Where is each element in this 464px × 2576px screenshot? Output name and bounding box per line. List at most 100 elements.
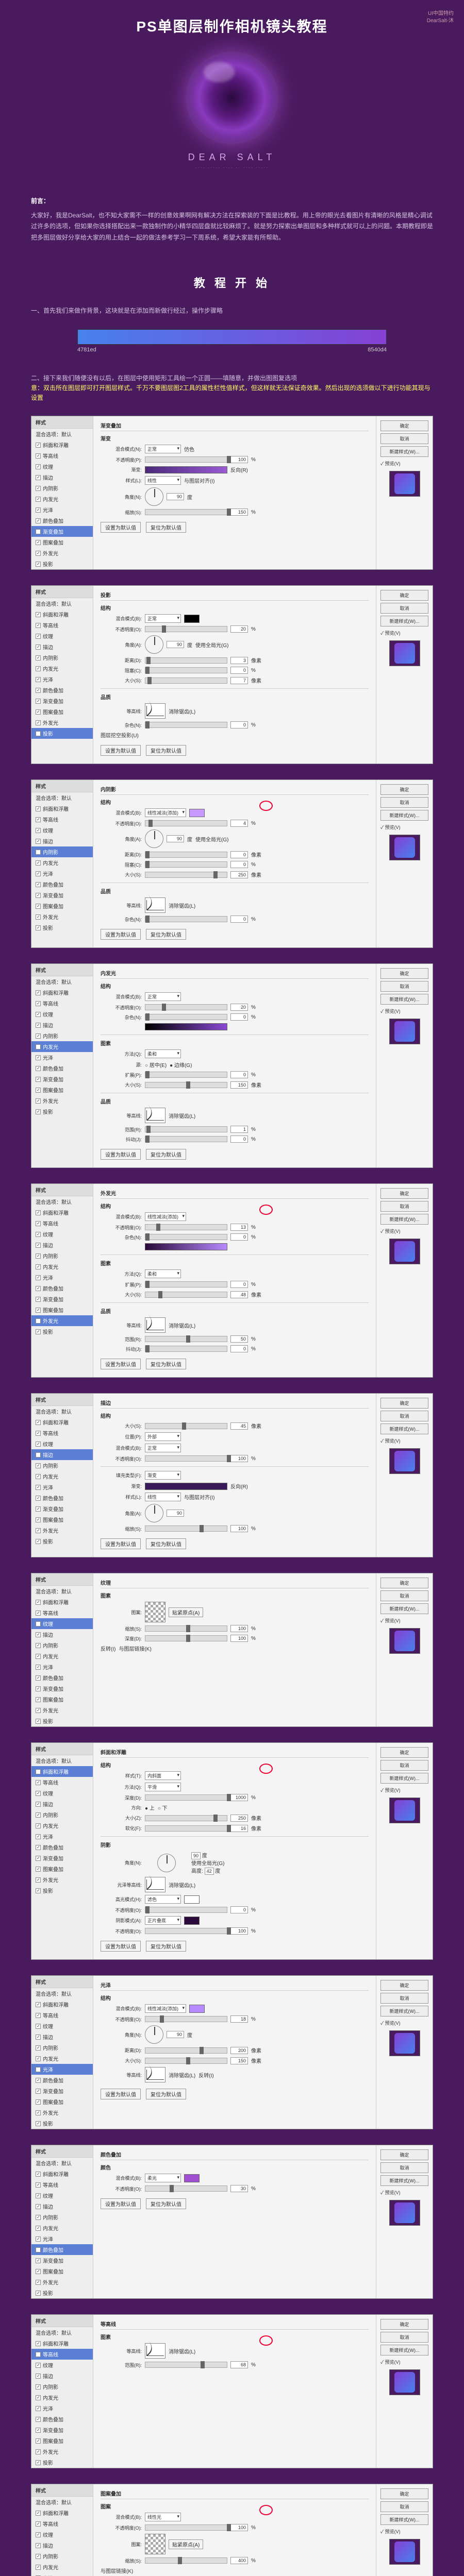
preview-check[interactable]: ✓ 预览(V) [380, 2189, 428, 2196]
value-field[interactable]: 100 [230, 456, 248, 463]
value-field[interactable]: 400 [230, 2557, 248, 2564]
checkbox[interactable]: 消除锯齿(L) [169, 902, 195, 909]
dropdown[interactable]: 柔和 [145, 1269, 181, 1278]
ls-item-outer_glow[interactable]: 外发光 [31, 2277, 93, 2287]
ls-item-color_overlay[interactable]: 颜色叠加 [31, 2414, 93, 2425]
checkbox-icon[interactable] [36, 2460, 41, 2465]
dropdown[interactable]: 正常 [145, 1444, 181, 1452]
slider[interactable] [145, 1526, 227, 1532]
slider[interactable] [145, 852, 227, 858]
checkbox-icon[interactable] [36, 1088, 41, 1093]
ls-item-bevel[interactable]: 斜面和浮雕 [31, 439, 93, 450]
ls-item-blend_opts[interactable]: 混合选项：默认 [31, 976, 93, 987]
checkbox-icon[interactable] [36, 655, 41, 660]
slider[interactable] [145, 2362, 227, 2368]
ls-item-pattern_overlay[interactable]: 图案叠加 [31, 1863, 93, 1874]
checkbox[interactable]: 消除锯齿(L) [169, 1881, 195, 1889]
checkbox-icon[interactable] [36, 1210, 41, 1215]
ls-item-outer_glow[interactable]: 外发光 [31, 2107, 93, 2118]
value-field[interactable]: 100 [230, 2524, 248, 2531]
gradient-picker[interactable] [145, 1243, 227, 1250]
checkbox-icon[interactable] [36, 1264, 41, 1269]
checkbox-icon[interactable] [36, 2565, 41, 2570]
ls-item-inner_shadow[interactable]: 内阴影 [31, 1030, 93, 1041]
ls-item-stroke[interactable]: 描边 [31, 472, 93, 483]
ls-item-contour[interactable]: 等高线 [31, 2010, 93, 2021]
checkbox-icon[interactable] [36, 1463, 41, 1468]
dropdown[interactable]: 线性 [145, 1493, 181, 1501]
ls-item-outer_glow[interactable]: 外发光 [31, 1315, 93, 1326]
ls-item-contour[interactable]: 等高线 [31, 1777, 93, 1788]
dropdown[interactable]: 外部 [145, 1432, 181, 1441]
value-field[interactable]: 1000 [230, 1794, 248, 1801]
ls-item-color_overlay[interactable]: 颜色叠加 [31, 515, 93, 526]
ls-item-bevel[interactable]: 斜面和浮雕 [31, 803, 93, 814]
checkbox-icon[interactable] [36, 893, 41, 898]
ls-item-contour[interactable]: 等高线 [31, 1428, 93, 1438]
checkbox-icon[interactable] [36, 1286, 41, 1291]
ls-item-pattern_overlay[interactable]: 图案叠加 [31, 901, 93, 911]
new-style-button[interactable]: 新建样式(W)... [380, 2514, 428, 2525]
angle-dial[interactable] [145, 487, 163, 506]
ls-item-bevel[interactable]: 斜面和浮雕 [31, 1417, 93, 1428]
value-field[interactable]: 100 [230, 1635, 248, 1642]
value-field[interactable]: 100 [230, 1455, 248, 1462]
ls-item-blend_opts[interactable]: 混合选项：默认 [31, 2158, 93, 2168]
slider[interactable] [145, 722, 227, 728]
ls-item-outer_glow[interactable]: 外发光 [31, 1095, 93, 1106]
ls-item-color_overlay[interactable]: 颜色叠加 [31, 1493, 93, 1503]
checkbox[interactable]: 仿色 [184, 445, 194, 453]
value-field[interactable]: 0 [230, 1281, 248, 1288]
ls-item-inner_shadow[interactable]: 内阴影 [31, 1640, 93, 1651]
slider[interactable] [145, 916, 227, 922]
ls-item-inner_glow[interactable]: 内发光 [31, 2223, 93, 2233]
slider[interactable] [145, 1794, 227, 1801]
ls-item-stroke[interactable]: 描边 [31, 1020, 93, 1030]
value-field[interactable]: 200 [230, 2047, 248, 2054]
ls-item-inner_shadow[interactable]: 内阴影 [31, 846, 93, 857]
contour-picker[interactable] [145, 2067, 165, 2082]
cancel-button[interactable]: 取消 [380, 2501, 428, 2512]
ls-item-grad_overlay[interactable]: 渐变叠加 [31, 1294, 93, 1304]
checkbox-icon[interactable] [36, 2363, 41, 2368]
checkbox-icon[interactable] [36, 1823, 41, 1828]
ls-item-drop_shadow[interactable]: 投影 [31, 1885, 93, 1896]
ls-item-drop_shadow[interactable]: 投影 [31, 728, 93, 739]
new-style-button[interactable]: 新建样式(W)... [380, 616, 428, 626]
ls-item-grad_overlay[interactable]: 渐变叠加 [31, 1074, 93, 1084]
checkbox-icon[interactable] [36, 828, 41, 833]
checkbox-icon[interactable] [36, 2204, 41, 2209]
make-default-button[interactable]: 设置为默认值 [101, 1538, 141, 1549]
checkbox-icon[interactable] [36, 1221, 41, 1226]
preview-check[interactable]: ✓ 预览(V) [380, 1228, 428, 1234]
ls-item-inner_glow[interactable]: 内发光 [31, 1261, 93, 1272]
ls-item-pattern_overlay[interactable]: 图案叠加 [31, 1304, 93, 1315]
ls-item-inner_glow[interactable]: 内发光 [31, 2392, 93, 2403]
checkbox-icon[interactable] [36, 2428, 41, 2433]
value-field[interactable]: 3 [230, 657, 248, 664]
checkbox-icon[interactable] [36, 2291, 41, 2296]
cancel-button[interactable]: 取消 [380, 1993, 428, 2004]
ls-item-texture[interactable]: 纹理 [31, 2021, 93, 2031]
ok-button[interactable]: 确定 [380, 1578, 428, 1588]
checkbox-icon[interactable] [36, 2438, 41, 2444]
ls-item-blend_opts[interactable]: 混合选项：默认 [31, 1988, 93, 1999]
ls-item-pattern_overlay[interactable]: 图案叠加 [31, 1694, 93, 1705]
new-style-button[interactable]: 新建样式(W)... [380, 810, 428, 821]
checkbox-icon[interactable] [36, 2172, 41, 2177]
value-field[interactable]: 20 [230, 625, 248, 633]
checkbox-icon[interactable] [36, 1474, 41, 1479]
ls-item-contour[interactable]: 等高线 [31, 2349, 93, 2360]
ls-item-bevel[interactable]: 斜面和浮雕 [31, 2168, 93, 2179]
slider[interactable] [145, 2524, 227, 2531]
ls-item-color_overlay[interactable]: 颜色叠加 [31, 685, 93, 696]
ls-item-color_overlay[interactable]: 颜色叠加 [31, 1063, 93, 1074]
checkbox[interactable]: 与图层链接(K) [119, 1645, 151, 1652]
checkbox-icon[interactable] [36, 518, 41, 523]
checkbox-icon[interactable] [36, 1867, 41, 1872]
ls-item-color_overlay[interactable]: 颜色叠加 [31, 2244, 93, 2255]
checkbox-icon[interactable] [36, 1719, 41, 1724]
slider[interactable] [145, 626, 227, 632]
ls-item-outer_glow[interactable]: 外发光 [31, 1525, 93, 1536]
checkbox-icon[interactable] [36, 1632, 41, 1637]
